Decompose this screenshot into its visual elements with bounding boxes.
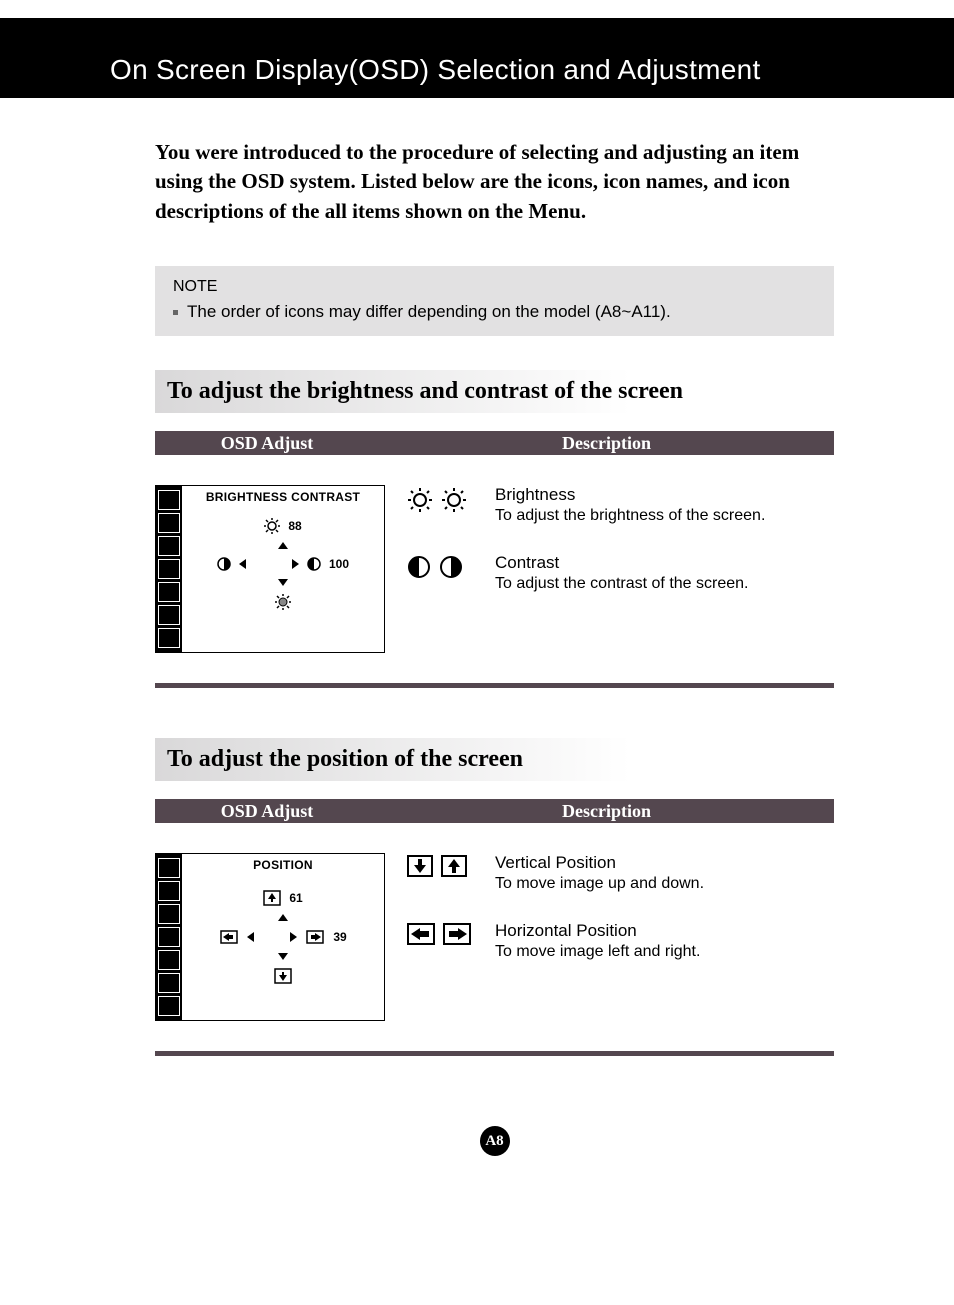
brightness-value: 88 <box>288 519 301 533</box>
desc-row-vposition: Vertical Position To move image up and d… <box>407 853 834 893</box>
v-value: 61 <box>289 891 302 905</box>
rail-icon <box>158 996 180 1016</box>
osd-main-panel: BRIGHTNESS CONTRAST 88 100 <box>182 486 384 652</box>
rail-icon <box>158 559 180 579</box>
note-label: NOTE <box>173 278 816 296</box>
rail-icon <box>158 605 180 625</box>
half-circle-left-icon <box>407 555 431 579</box>
half-circle-icon <box>307 557 321 571</box>
vposition-icon-pair <box>407 853 477 893</box>
osd-title: BRIGHTNESS CONTRAST <box>186 490 380 504</box>
rail-icon <box>158 582 180 602</box>
h-value: 39 <box>333 930 346 944</box>
half-circle-right-icon <box>439 555 463 579</box>
desc-text: Horizontal Position To move image left a… <box>495 921 700 961</box>
left-arrow-icon <box>247 932 254 942</box>
brightness-icon-pair <box>407 485 477 525</box>
rail-icon <box>158 950 180 970</box>
col-description: Description <box>379 801 834 822</box>
rail-icon <box>158 904 180 924</box>
section2-descriptions: Vertical Position To move image up and d… <box>407 853 834 1021</box>
note-text: The order of icons may differ depending … <box>173 302 816 322</box>
osd-title: POSITION <box>186 858 380 872</box>
desc-text: Vertical Position To move image up and d… <box>495 853 704 893</box>
item-desc: To move image left and right. <box>495 943 700 961</box>
osd-main-panel: POSITION 61 39 <box>182 854 384 1020</box>
col-osd-adjust: OSD Adjust <box>155 433 379 454</box>
box-down-arrow-icon <box>407 855 433 877</box>
item-name: Brightness <box>495 485 765 505</box>
desc-text: Brightness To adjust the brightness of t… <box>495 485 765 525</box>
box-right-arrow-icon <box>443 923 471 945</box>
osd-v-row: 61 <box>186 890 380 906</box>
half-circle-icon <box>217 557 231 571</box>
osd-graphic-brightness: BRIGHTNESS CONTRAST 88 100 <box>155 485 385 653</box>
page-content: You were introduced to the procedure of … <box>0 98 954 1156</box>
contrast-icon-pair <box>407 553 477 593</box>
contrast-value: 100 <box>329 557 349 571</box>
desc-text: Contrast To adjust the contrast of the s… <box>495 553 748 593</box>
hposition-icon-pair <box>407 921 477 961</box>
osd-brightness-row: 88 <box>186 518 380 534</box>
box-up-arrow-icon <box>263 890 281 906</box>
section1-descriptions: Brightness To adjust the brightness of t… <box>407 485 834 653</box>
intro-paragraph: You were introduced to the procedure of … <box>155 138 834 226</box>
sun-icon <box>264 518 280 534</box>
box-left-arrow-icon <box>219 929 239 945</box>
section2-column-header: OSD Adjust Description <box>155 799 834 823</box>
rail-icon <box>158 513 180 533</box>
section1-body: BRIGHTNESS CONTRAST 88 100 <box>155 455 834 677</box>
section1-column-header: OSD Adjust Description <box>155 431 834 455</box>
sun-outline-icon <box>441 487 467 513</box>
section1-heading: To adjust the brightness and contrast of… <box>155 370 834 413</box>
col-description: Description <box>379 433 834 454</box>
down-arrow-icon <box>278 953 288 960</box>
osd-contrast-row: 100 <box>186 557 380 571</box>
section2-body: POSITION 61 39 <box>155 823 834 1045</box>
rail-icon <box>158 628 180 648</box>
desc-row-contrast: Contrast To adjust the contrast of the s… <box>407 553 834 593</box>
page-header: On Screen Display(OSD) Selection and Adj… <box>0 18 954 98</box>
note-box: NOTE The order of icons may differ depen… <box>155 266 834 336</box>
sun-outline-icon <box>407 487 433 513</box>
osd-sidebar-icons <box>156 486 182 652</box>
rail-icon <box>158 927 180 947</box>
box-down-arrow-icon <box>274 968 292 984</box>
sun-grey-icon <box>275 594 291 610</box>
up-arrow-icon <box>278 542 288 549</box>
rail-icon <box>158 490 180 510</box>
section2-heading: To adjust the position of the screen <box>155 738 834 781</box>
desc-row-hposition: Horizontal Position To move image left a… <box>407 921 834 961</box>
item-name: Contrast <box>495 553 748 573</box>
item-desc: To adjust the contrast of the screen. <box>495 575 748 593</box>
osd-graphic-position: POSITION 61 39 <box>155 853 385 1021</box>
page-number-badge: A8 <box>480 1126 510 1156</box>
box-right-arrow-icon <box>305 929 325 945</box>
page-title: On Screen Display(OSD) Selection and Adj… <box>110 54 761 86</box>
osd-sidebar-icons <box>156 854 182 1020</box>
right-arrow-icon <box>292 559 299 569</box>
item-desc: To move image up and down. <box>495 875 704 893</box>
section-divider <box>155 1051 834 1056</box>
item-name: Horizontal Position <box>495 921 700 941</box>
down-arrow-icon <box>278 579 288 586</box>
right-arrow-icon <box>290 932 297 942</box>
section-divider <box>155 683 834 688</box>
item-desc: To adjust the brightness of the screen. <box>495 507 765 525</box>
box-left-arrow-icon <box>407 923 435 945</box>
col-osd-adjust: OSD Adjust <box>155 801 379 822</box>
rail-icon <box>158 858 180 878</box>
rail-icon <box>158 881 180 901</box>
osd-h-row: 39 <box>186 929 380 945</box>
up-arrow-icon <box>278 914 288 921</box>
desc-row-brightness: Brightness To adjust the brightness of t… <box>407 485 834 525</box>
box-up-arrow-icon <box>441 855 467 877</box>
item-name: Vertical Position <box>495 853 704 873</box>
left-arrow-icon <box>239 559 246 569</box>
rail-icon <box>158 973 180 993</box>
rail-icon <box>158 536 180 556</box>
